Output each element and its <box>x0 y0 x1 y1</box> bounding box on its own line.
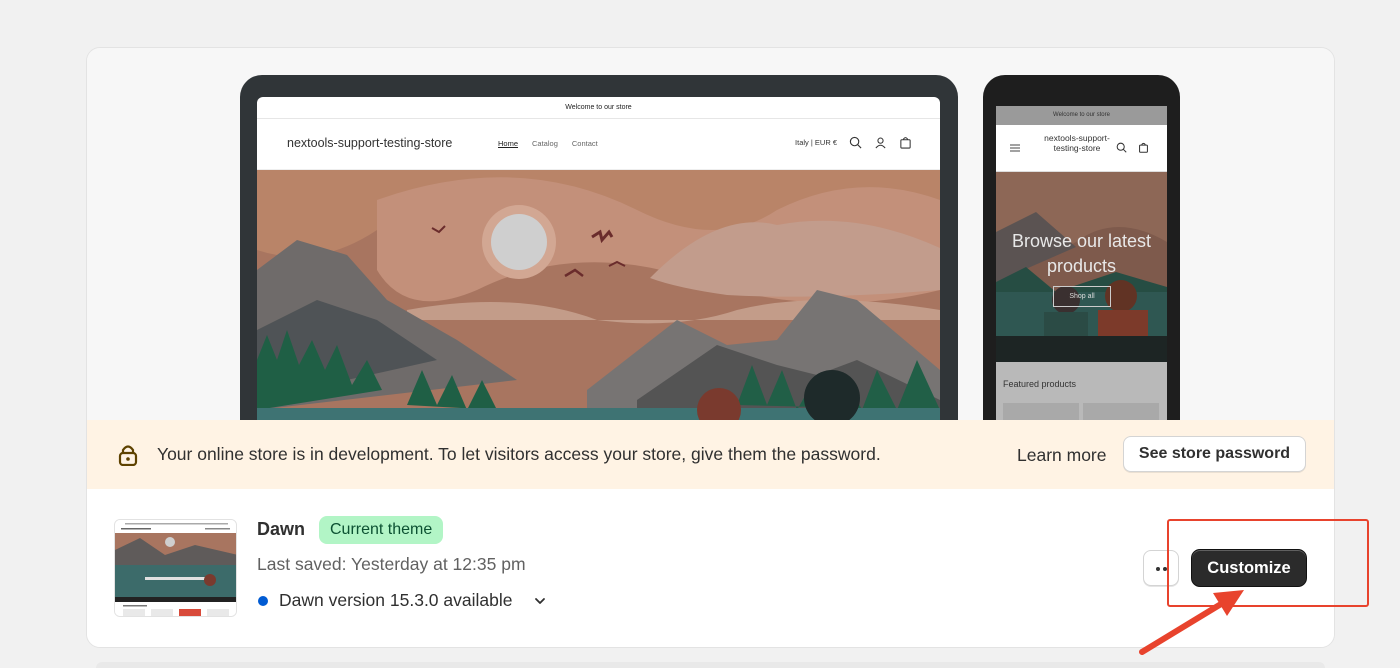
mobile-product-card <box>1003 403 1079 420</box>
desktop-preview-screen: Welcome to our store nextools-support-te… <box>257 97 940 420</box>
hero-illustration <box>257 170 940 420</box>
nav-contact: Contact <box>571 139 598 148</box>
store-nav: Home Catalog Contact <box>498 139 598 148</box>
lock-icon <box>118 445 138 466</box>
nav-catalog: Catalog <box>532 139 558 148</box>
theme-version-text[interactable]: Dawn version 15.3.0 available <box>279 590 512 611</box>
mobile-featured-section: Featured products <box>996 362 1167 420</box>
mobile-preview-screen: Welcome to our store nextools-support-te… <box>996 106 1167 420</box>
menu-icon <box>1010 144 1020 152</box>
search-icon <box>849 136 862 149</box>
account-icon <box>875 137 886 149</box>
store-header: nextools-support-testing-store Home Cata… <box>257 119 940 170</box>
announcement-bar: Welcome to our store <box>257 97 940 119</box>
mobile-shop-all-button: Shop all <box>1053 286 1111 307</box>
chevron-down-icon[interactable] <box>533 594 547 608</box>
theme-thumbnail-image <box>115 520 236 616</box>
theme-thumbnail[interactable] <box>114 519 237 617</box>
mobile-store-header: nextools-support-testing-store <box>996 125 1167 172</box>
last-saved-text: Last saved: Yesterday at 12:35 pm <box>257 554 526 574</box>
more-dot-icon <box>1156 567 1160 571</box>
mobile-search-icon <box>1116 142 1127 153</box>
mobile-featured-heading: Featured products <box>1003 379 1077 389</box>
mobile-preview-frame: Welcome to our store nextools-support-te… <box>983 75 1180 420</box>
development-banner: Your online store is in development. To … <box>87 420 1334 489</box>
theme-preview[interactable]: Welcome to our store nextools-support-te… <box>87 48 1334 420</box>
cart-icon <box>900 137 911 149</box>
banner-message: Your online store is in development. To … <box>157 444 881 464</box>
mobile-cart-icon <box>1139 142 1148 153</box>
current-theme-badge: Current theme <box>319 516 444 544</box>
store-header-actions: Italy | EUR € <box>795 136 912 149</box>
nav-home: Home <box>498 139 519 148</box>
next-card-edge <box>96 662 1325 668</box>
mobile-hero-heading: Browse our latest products <box>1011 231 1152 276</box>
desktop-preview-frame: Welcome to our store nextools-support-te… <box>240 75 958 420</box>
annotation-arrow-icon <box>1139 590 1244 655</box>
mobile-store-logo-text: nextools-support-testing-store <box>1044 133 1110 153</box>
update-available-dot <box>258 596 268 606</box>
theme-card: Welcome to our store nextools-support-te… <box>86 47 1335 648</box>
mobile-announcement-bar: Welcome to our store <box>996 106 1167 125</box>
store-logo-text: nextools-support-testing-store <box>287 136 453 150</box>
see-store-password-button[interactable]: See store password <box>1123 436 1306 472</box>
mobile-product-card <box>1083 403 1159 420</box>
learn-more-link[interactable]: Learn more <box>1017 445 1107 466</box>
locale-selector: Italy | EUR € <box>795 138 837 147</box>
theme-name: Dawn <box>257 519 306 539</box>
